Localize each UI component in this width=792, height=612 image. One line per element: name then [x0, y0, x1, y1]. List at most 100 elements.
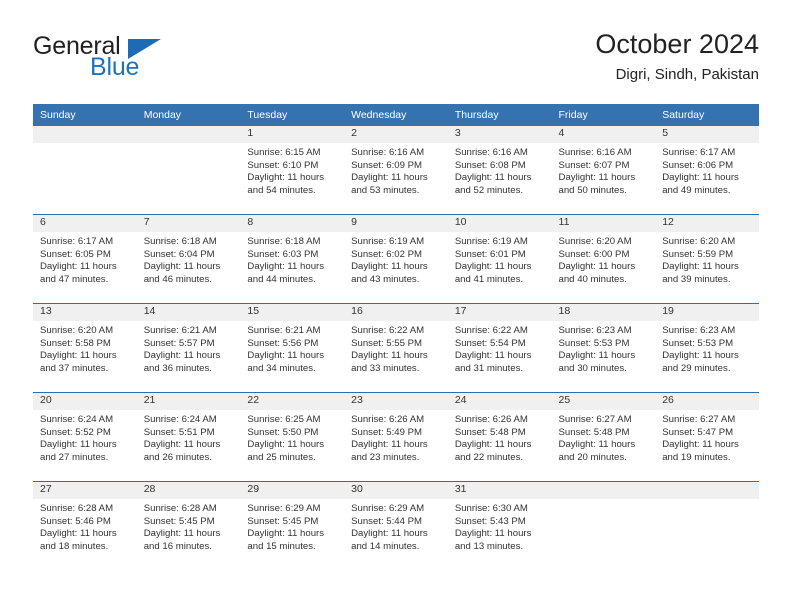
- day-detail-line: Daylight: 11 hours: [454, 350, 532, 362]
- day-detail-line: Sunset: 6:02 PM: [351, 248, 423, 260]
- day-number: 28: [136, 482, 241, 499]
- calendar-day-cell[interactable]: 17 Sunrise: 6:22 AM Sunset: 5:54 PM Dayligh…: [447, 303, 552, 393]
- calendar-day-cell[interactable]: 30 Sunrise: 6:29 AM Sunset: 5:44 PM Dayligh…: [344, 481, 448, 570]
- day-detail-line: Sunset: 5:54 PM: [454, 337, 526, 349]
- day-detail-line: Sunrise: 6:17 AM: [662, 147, 736, 158]
- day-detail-line: and 19 minutes.: [662, 451, 731, 463]
- calendar-day-cell[interactable]: 12 Sunrise: 6:20 AM Sunset: 5:59 PM Dayligh…: [655, 214, 759, 304]
- day-detail-line: Sunrise: 6:30 AM: [454, 503, 528, 514]
- day-detail-line: Sunrise: 6:24 AM: [143, 414, 217, 425]
- day-details: [137, 143, 241, 147]
- calendar-day-cell[interactable]: 20 Sunrise: 6:24 AM Sunset: 5:52 PM Dayligh…: [33, 392, 137, 482]
- calendar-day-cell[interactable]: 2 Sunrise: 6:16 AM Sunset: 6:09 PM Daylight…: [344, 126, 448, 215]
- calendar-day-cell[interactable]: 27 Sunrise: 6:28 AM Sunset: 5:46 PM Dayligh…: [33, 481, 137, 570]
- calendar-day-cell[interactable]: 6 Sunrise: 6:17 AM Sunset: 6:05 PM Daylight…: [33, 214, 137, 304]
- day-detail-line: and 37 minutes.: [40, 362, 109, 374]
- day-details: Sunrise: 6:22 AM Sunset: 5:55 PM Daylight:…: [344, 321, 448, 375]
- day-detail-line: and 13 minutes.: [454, 540, 524, 552]
- day-number: 2: [344, 126, 448, 143]
- day-detail-line: Sunrise: 6:28 AM: [143, 503, 217, 514]
- calendar-day-cell[interactable]: 14 Sunrise: 6:21 AM Sunset: 5:57 PM Dayligh…: [136, 303, 241, 393]
- day-detail-line: Sunrise: 6:22 AM: [454, 325, 528, 336]
- day-detail-line: and 47 minutes.: [40, 273, 109, 285]
- calendar-day-cell[interactable]: 21 Sunrise: 6:24 AM Sunset: 5:51 PM Dayligh…: [136, 392, 241, 482]
- general-blue-logo[interactable]: General Blue: [33, 32, 243, 88]
- calendar-day-cell[interactable]: 4 Sunrise: 6:16 AM Sunset: 6:07 PM Daylight…: [551, 126, 656, 215]
- calendar-day-cell[interactable]: 3 Sunrise: 6:16 AM Sunset: 6:08 PM Daylight…: [447, 126, 552, 215]
- calendar-day-cell[interactable]: 31 Sunrise: 6:30 AM Sunset: 5:43 PM Dayligh…: [447, 481, 552, 570]
- day-detail-line: Sunrise: 6:23 AM: [558, 325, 632, 336]
- day-detail-line: Sunrise: 6:20 AM: [662, 236, 736, 247]
- calendar-day-cell[interactable]: 25 Sunrise: 6:27 AM Sunset: 5:48 PM Dayligh…: [551, 392, 656, 482]
- day-detail-line: Daylight: 11 hours: [247, 261, 325, 273]
- day-details: Sunrise: 6:21 AM Sunset: 5:56 PM Daylight:…: [240, 321, 344, 375]
- day-number: 21: [136, 393, 241, 410]
- day-detail-line: and 49 minutes.: [662, 184, 731, 196]
- day-detail-line: Sunrise: 6:15 AM: [247, 147, 321, 158]
- day-detail-line: Daylight: 11 hours: [558, 261, 636, 273]
- calendar-day-cell[interactable]: 22 Sunrise: 6:25 AM Sunset: 5:50 PM Dayligh…: [240, 392, 345, 482]
- day-number: 8: [240, 215, 345, 232]
- calendar-day-cell[interactable]: 19 Sunrise: 6:23 AM Sunset: 5:53 PM Dayligh…: [655, 303, 759, 393]
- day-number: 6: [33, 215, 137, 232]
- weekday-header-monday: Monday: [136, 104, 241, 126]
- day-detail-line: Daylight: 11 hours: [454, 528, 532, 540]
- day-detail-line: Sunset: 5:59 PM: [662, 248, 734, 260]
- day-details: Sunrise: 6:19 AM Sunset: 6:01 PM Daylight:…: [448, 232, 552, 286]
- calendar-day-cell[interactable]: 29 Sunrise: 6:29 AM Sunset: 5:45 PM Dayligh…: [240, 481, 345, 570]
- day-detail-line: Daylight: 11 hours: [143, 439, 221, 451]
- day-detail-line: Daylight: 11 hours: [247, 439, 325, 451]
- day-detail-line: Sunset: 5:50 PM: [247, 426, 319, 438]
- calendar-table: Sunday Monday Tuesday Wednesday Thursday Frid…: [33, 104, 759, 570]
- day-detail-line: Sunrise: 6:22 AM: [351, 325, 425, 336]
- day-detail-line: Sunrise: 6:28 AM: [40, 503, 114, 514]
- day-detail-line: and 46 minutes.: [143, 273, 212, 285]
- day-detail-line: Sunset: 5:53 PM: [558, 337, 630, 349]
- calendar-day-cell[interactable]: 11 Sunrise: 6:20 AM Sunset: 6:00 PM Dayligh…: [551, 214, 656, 304]
- day-detail-line: and 29 minutes.: [662, 362, 731, 374]
- day-detail-line: Daylight: 11 hours: [143, 261, 221, 273]
- day-detail-line: Daylight: 11 hours: [351, 528, 428, 540]
- day-details: Sunrise: 6:29 AM Sunset: 5:44 PM Daylight:…: [344, 499, 448, 553]
- day-number: 9: [344, 215, 448, 232]
- calendar-day-cell[interactable]: 9 Sunrise: 6:19 AM Sunset: 6:02 PM Daylight…: [344, 214, 448, 304]
- day-detail-line: and 39 minutes.: [662, 273, 731, 285]
- day-detail-line: Sunset: 6:05 PM: [40, 248, 111, 260]
- calendar-week-row: 27 Sunrise: 6:28 AM Sunset: 5:46 PM Dayligh…: [33, 481, 759, 570]
- day-number: 7: [136, 215, 241, 232]
- day-detail-line: Sunset: 5:52 PM: [40, 426, 111, 438]
- day-detail-line: Daylight: 11 hours: [454, 439, 532, 451]
- calendar-day-cell[interactable]: 16 Sunrise: 6:22 AM Sunset: 5:55 PM Dayligh…: [344, 303, 448, 393]
- day-detail-line: Daylight: 11 hours: [558, 350, 636, 362]
- calendar-day-cell[interactable]: 1 Sunrise: 6:15 AM Sunset: 6:10 PM Daylight…: [240, 126, 345, 215]
- calendar-day-cell[interactable]: 13 Sunrise: 6:20 AM Sunset: 5:58 PM Dayligh…: [33, 303, 137, 393]
- calendar-day-cell[interactable]: 15 Sunrise: 6:21 AM Sunset: 5:56 PM Dayligh…: [240, 303, 345, 393]
- day-detail-line: Daylight: 11 hours: [143, 528, 221, 540]
- calendar-day-cell[interactable]: 10 Sunrise: 6:19 AM Sunset: 6:01 PM Dayligh…: [447, 214, 552, 304]
- day-detail-line: Daylight: 11 hours: [40, 528, 117, 540]
- day-details: Sunrise: 6:29 AM Sunset: 5:45 PM Daylight:…: [240, 499, 344, 553]
- day-details: Sunrise: 6:20 AM Sunset: 5:58 PM Daylight:…: [33, 321, 137, 375]
- calendar-day-cell[interactable]: 23 Sunrise: 6:26 AM Sunset: 5:49 PM Dayligh…: [344, 392, 448, 482]
- day-detail-line: Daylight: 11 hours: [143, 350, 221, 362]
- day-detail-line: Sunset: 6:00 PM: [558, 248, 630, 260]
- day-number: 20: [33, 393, 137, 410]
- calendar-day-cell[interactable]: 5 Sunrise: 6:17 AM Sunset: 6:06 PM Daylight…: [655, 126, 759, 215]
- calendar-day-cell[interactable]: 18 Sunrise: 6:23 AM Sunset: 5:53 PM Dayligh…: [551, 303, 656, 393]
- day-detail-line: Sunset: 5:55 PM: [351, 337, 423, 349]
- day-detail-line: and 14 minutes.: [351, 540, 420, 552]
- day-detail-line: Sunrise: 6:21 AM: [247, 325, 321, 336]
- page-subtitle: Digri, Sindh, Pakistan: [615, 66, 759, 83]
- calendar-week-row: 1 Sunrise: 6:15 AM Sunset: 6:10 PM Daylight…: [33, 126, 759, 215]
- calendar-day-cell[interactable]: 28 Sunrise: 6:28 AM Sunset: 5:45 PM Dayligh…: [136, 481, 241, 570]
- day-detail-line: Sunrise: 6:20 AM: [40, 325, 114, 336]
- calendar-day-cell[interactable]: 8 Sunrise: 6:18 AM Sunset: 6:03 PM Daylight…: [240, 214, 345, 304]
- day-detail-line: Daylight: 11 hours: [454, 261, 532, 273]
- calendar-day-cell[interactable]: 7 Sunrise: 6:18 AM Sunset: 6:04 PM Daylight…: [136, 214, 241, 304]
- calendar-day-cell[interactable]: 24 Sunrise: 6:26 AM Sunset: 5:48 PM Dayligh…: [447, 392, 552, 482]
- day-detail-line: and 25 minutes.: [247, 451, 316, 463]
- day-detail-line: and 33 minutes.: [351, 362, 420, 374]
- day-detail-line: Sunrise: 6:24 AM: [40, 414, 114, 425]
- day-detail-line: and 16 minutes.: [143, 540, 212, 552]
- calendar-day-cell[interactable]: 26 Sunrise: 6:27 AM Sunset: 5:47 PM Dayligh…: [655, 392, 759, 482]
